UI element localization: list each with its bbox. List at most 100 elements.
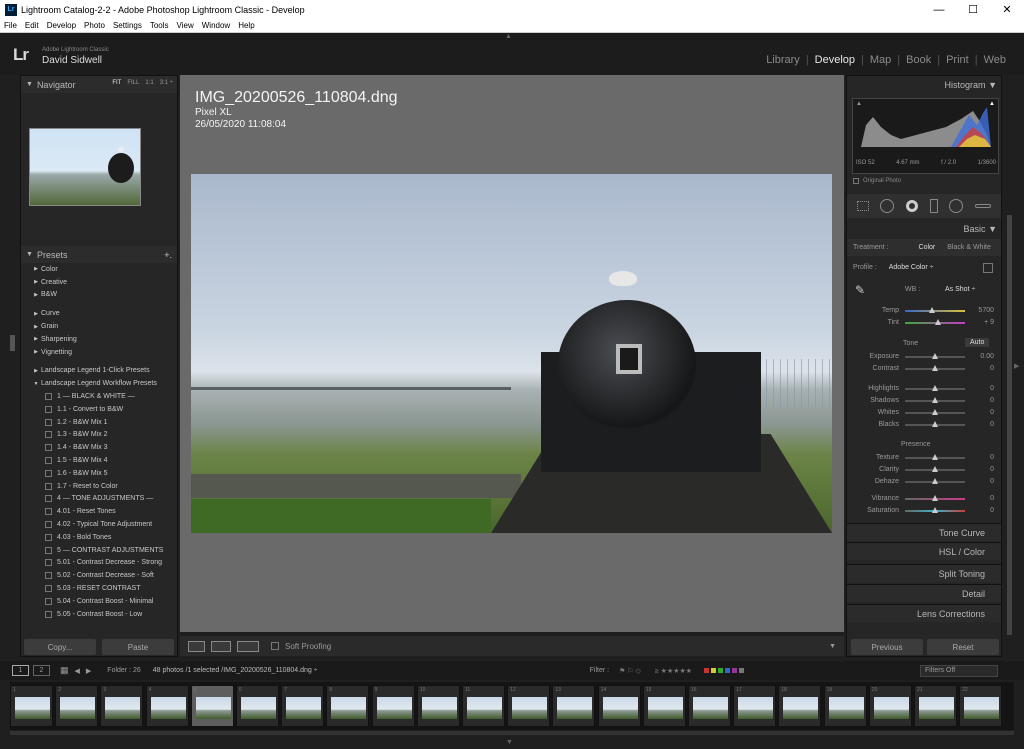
slider-value[interactable]: 0 — [968, 409, 994, 416]
slider-knob[interactable] — [932, 396, 938, 403]
close-button[interactable]: ✕ — [990, 0, 1024, 19]
filmstrip-thumbnail[interactable]: 2 — [55, 685, 99, 727]
wb-eyedropper-icon[interactable]: ✎ — [855, 283, 865, 297]
bottom-panel-toggle-icon[interactable]: ▼ — [506, 739, 513, 746]
menu-edit[interactable]: Edit — [25, 21, 39, 30]
preset-item[interactable]: 1.4 - B&W Mix 3 — [21, 441, 177, 454]
basic-header[interactable]: Basic ▼ — [964, 224, 997, 234]
add-preset-icon[interactable]: +. — [164, 250, 172, 260]
navigator-thumbnail[interactable] — [29, 128, 141, 206]
filters-dropdown[interactable]: Filters Off — [920, 664, 998, 677]
filmstrip-thumbnail[interactable]: 12 — [507, 685, 551, 727]
slider-value[interactable]: + 9 — [968, 319, 994, 326]
filmstrip-scrollbar[interactable] — [10, 731, 1014, 735]
shadows-slider[interactable]: Shadows 0 — [847, 396, 994, 404]
slider-value[interactable]: 0 — [968, 365, 994, 372]
flag-filter-icons[interactable]: ⚑ ⚐ ◇ — [619, 667, 641, 675]
filmstrip-thumbnail[interactable]: 20 — [868, 685, 912, 727]
slider-knob[interactable] — [932, 465, 938, 472]
top-panel-toggle-icon[interactable]: ▲ — [505, 33, 512, 40]
slider-knob[interactable] — [932, 506, 938, 513]
preset-item[interactable]: 4.02 - Typical Tone Adjustment — [21, 518, 177, 531]
preset-item[interactable]: 5.02 - Contrast Decrease - Soft — [21, 569, 177, 582]
original-photo-toggle[interactable]: Original Photo — [853, 178, 901, 184]
original-photo-checkbox[interactable] — [853, 178, 859, 184]
filmstrip-thumbnail[interactable]: 22 — [959, 685, 1003, 727]
slider-knob[interactable] — [932, 384, 938, 391]
module-map[interactable]: Map — [864, 54, 897, 66]
filmstrip-thumbnail[interactable]: 7 — [281, 685, 325, 727]
selection-info[interactable]: 48 photos /1 selected /IMG_20200526_1108… — [153, 667, 318, 674]
split-toning-header[interactable]: Split Toning — [847, 564, 1001, 582]
slider-track[interactable] — [905, 318, 965, 325]
preset-item[interactable]: 5.01 - Contrast Decrease - Strong — [21, 557, 177, 570]
rating-filter-stars[interactable]: ≥ ★★★★★ — [655, 667, 692, 675]
slider-knob[interactable] — [932, 494, 938, 501]
forward-arrow-icon[interactable]: ▶ — [86, 667, 91, 675]
preset-item[interactable]: 4.01 - Reset Tones — [21, 505, 177, 518]
preset-group[interactable]: ▶ B&W — [21, 289, 177, 302]
slider-track[interactable] — [905, 396, 965, 403]
preset-item[interactable]: 1.6 - B&W Mix 5 — [21, 467, 177, 480]
preset-item[interactable]: 1.3 - B&W Mix 2 — [21, 429, 177, 442]
slider-value[interactable]: 0 — [968, 507, 994, 514]
slider-value[interactable]: 0.00 — [968, 353, 994, 360]
preset-group[interactable]: ▶ Sharpening — [21, 333, 177, 346]
module-library[interactable]: Library — [760, 54, 806, 66]
saturation-slider[interactable]: Saturation 0 — [847, 506, 994, 514]
menu-file[interactable]: File — [4, 21, 17, 30]
preset-item[interactable]: 4 — TONE ADJUSTMENTS — — [21, 493, 177, 506]
before-after-icon[interactable] — [211, 640, 231, 652]
filmstrip-thumbnail[interactable]: 1 — [10, 685, 53, 727]
filmstrip-thumbnail[interactable]: 3 — [100, 685, 144, 727]
reset-button[interactable]: Reset — [927, 639, 999, 655]
menu-window[interactable]: Window — [202, 21, 230, 30]
slider-track[interactable] — [905, 453, 965, 460]
highlights-slider[interactable]: Highlights 0 — [847, 384, 994, 392]
treatment-color-option[interactable]: Color — [919, 244, 936, 251]
minimize-button[interactable]: — — [922, 0, 956, 19]
filmstrip-thumbnail[interactable]: 10 — [416, 685, 460, 727]
filmstrip-thumbnail[interactable]: 4 — [145, 685, 189, 727]
slider-knob[interactable] — [932, 408, 938, 415]
filmstrip-thumbnail[interactable]: 19 — [823, 685, 867, 727]
slider-track[interactable] — [905, 477, 965, 484]
filmstrip-thumbnail[interactable]: 17 — [733, 685, 777, 727]
slider-track[interactable] — [905, 364, 965, 371]
slider-track[interactable] — [905, 352, 965, 359]
preset-group[interactable]: ▼ Landscape Legend Workflow Presets — [21, 377, 177, 390]
preset-group[interactable]: ▶ Color — [21, 263, 177, 276]
preset-item[interactable]: 1.1 - Convert to B&W — [21, 403, 177, 416]
slider-value[interactable]: 0 — [968, 385, 994, 392]
temp-slider[interactable]: Temp 5700 — [847, 306, 994, 314]
filmstrip-thumbnail[interactable]: 13 — [552, 685, 596, 727]
toolbar-menu-icon[interactable]: ▼ — [829, 643, 836, 650]
treatment-bw-option[interactable]: Black & White — [947, 244, 991, 251]
detail-header[interactable]: Detail — [847, 584, 1001, 602]
slider-knob[interactable] — [935, 318, 941, 325]
soft-proofing-checkbox[interactable] — [271, 642, 279, 650]
contrast-slider[interactable]: Contrast 0 — [847, 364, 994, 372]
adjustment-brush-icon[interactable] — [975, 204, 992, 208]
slider-value[interactable]: 5700 — [968, 307, 994, 314]
module-print[interactable]: Print — [940, 54, 975, 66]
preset-item[interactable]: 1.7 - Reset to Color — [21, 480, 177, 493]
module-book[interactable]: Book — [900, 54, 937, 66]
preset-item[interactable]: 4.03 - Bold Tones — [21, 531, 177, 544]
zoom-1-1[interactable]: 1:1 — [145, 80, 153, 86]
profile-browser-icon[interactable] — [983, 262, 993, 273]
slider-track[interactable] — [905, 408, 965, 415]
filmstrip-thumbnail[interactable]: 8 — [326, 685, 370, 727]
preset-item[interactable]: 5.05 - Contrast Boost - Low — [21, 608, 177, 621]
lens-corrections-header[interactable]: Lens Corrections — [847, 604, 1001, 622]
filmstrip-thumbnail[interactable]: 21 — [914, 685, 957, 727]
slider-value[interactable]: 0 — [968, 454, 994, 461]
slider-value[interactable]: 0 — [968, 466, 994, 473]
right-panel-scrollbar[interactable] — [1007, 215, 1012, 635]
slider-knob[interactable] — [932, 477, 938, 484]
filmstrip-thumbnail[interactable]: 15 — [642, 685, 686, 727]
dehaze-slider[interactable]: Dehaze 0 — [847, 477, 994, 485]
slider-value[interactable]: 0 — [968, 478, 994, 485]
highlight-clipping-icon[interactable]: ▲ — [989, 101, 995, 107]
slider-knob[interactable] — [932, 453, 938, 460]
